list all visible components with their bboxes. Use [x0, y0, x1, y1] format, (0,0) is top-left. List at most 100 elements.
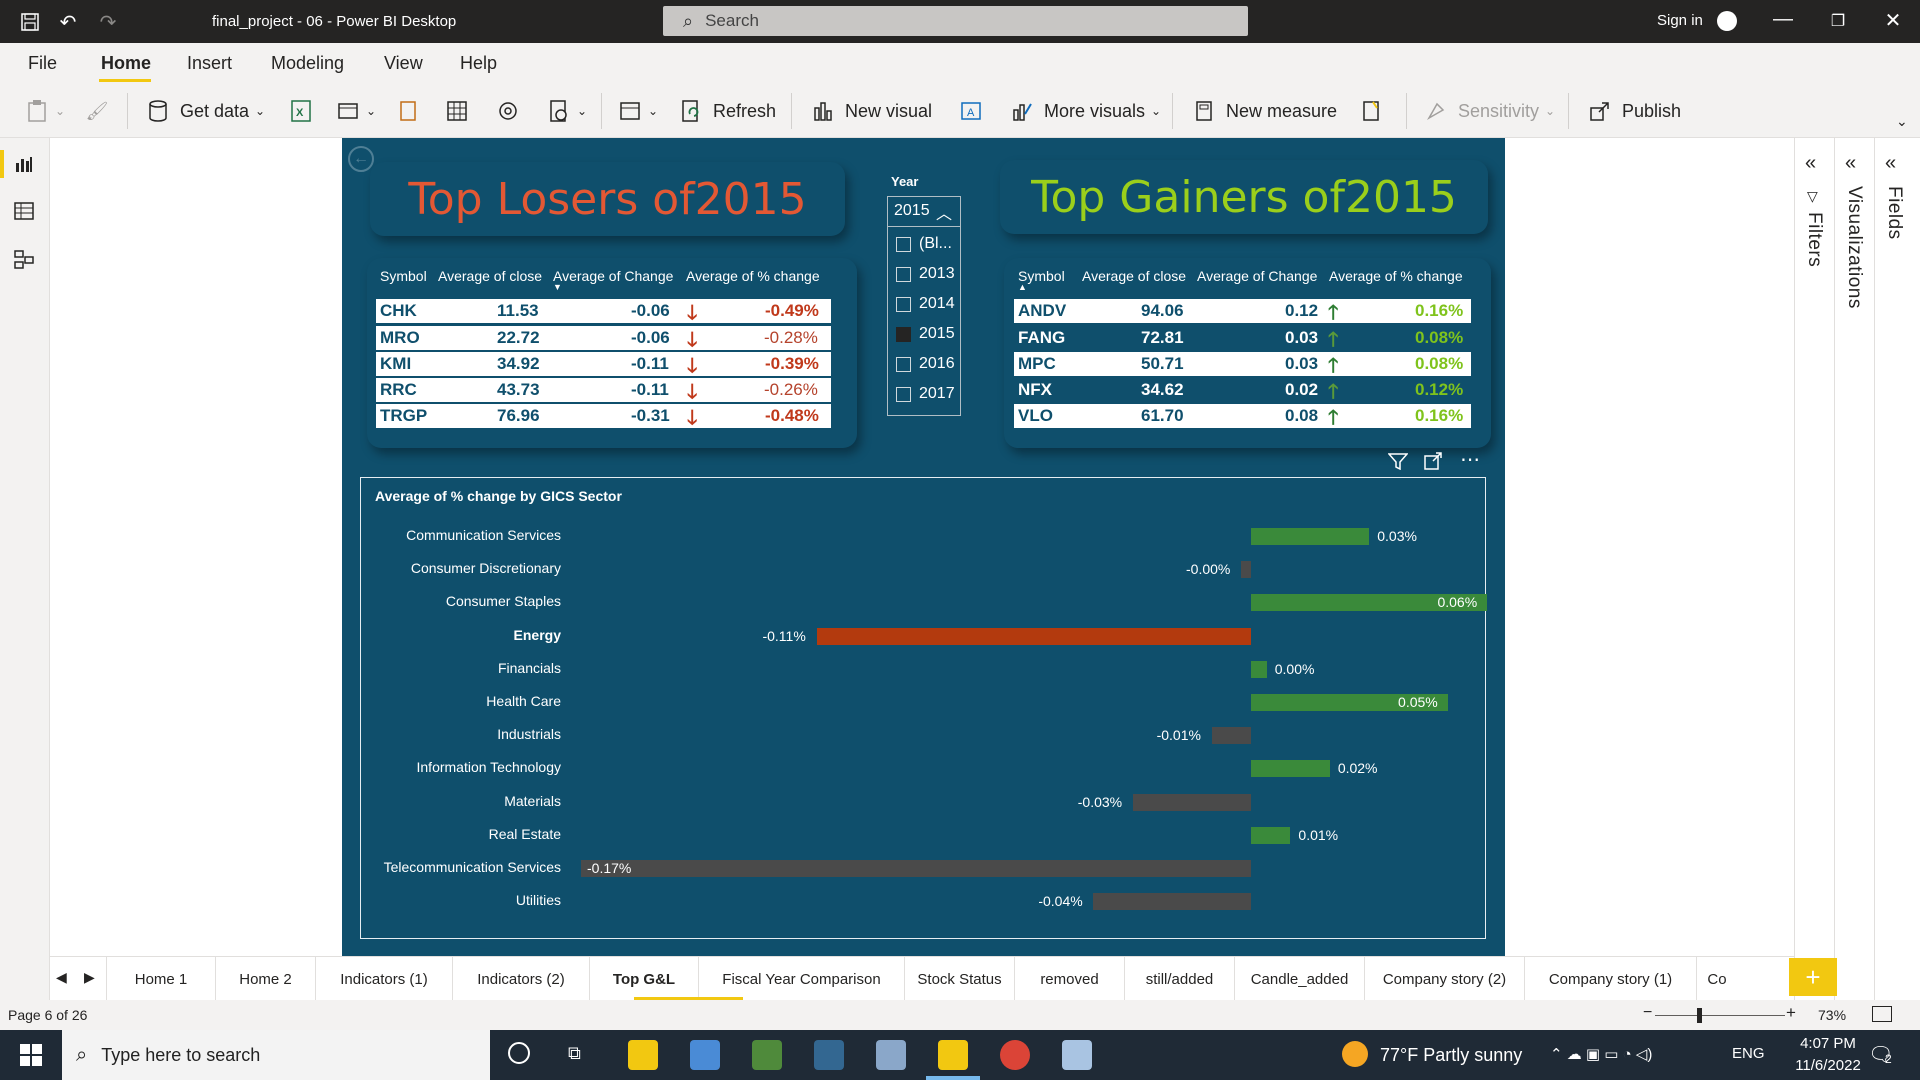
tab-company-story-1[interactable]: Company story (1) [1525, 957, 1697, 1001]
tab-company-story-2[interactable]: Company story (2) [1365, 957, 1525, 1001]
tab-truncated[interactable]: Co [1697, 957, 1737, 1001]
model-view-icon[interactable] [14, 249, 36, 271]
back-button[interactable]: ← [348, 146, 374, 172]
table-row[interactable]: CHK 11.53 -0.06 🡓 -0.49% [376, 299, 831, 324]
tab-top-gl[interactable]: Top G&L [590, 957, 699, 1001]
tab-indicators-1[interactable]: Indicators (1) [316, 957, 453, 1001]
tab-still-added[interactable]: still/added [1125, 957, 1235, 1001]
col-change[interactable]: Average of Change [553, 268, 673, 284]
bar-consumer-discretionary[interactable] [1241, 561, 1251, 579]
text-box-button[interactable]: A [958, 95, 993, 127]
col-change[interactable]: Average of Change [1197, 268, 1317, 284]
tab-candle-added[interactable]: Candle_added [1235, 957, 1365, 1001]
slicer-option[interactable]: 2013 [896, 263, 955, 285]
format-painter-button[interactable]: 🖌 [84, 95, 119, 127]
language-indicator[interactable]: ENG [1732, 1045, 1765, 1062]
minimize-icon[interactable]: — [1768, 8, 1798, 31]
slicer-dropdown[interactable]: 2015 ︿ [888, 197, 960, 227]
col-pct-change[interactable]: Average of % change [686, 268, 820, 284]
col-pct-change[interactable]: Average of % change [1329, 268, 1463, 284]
table-row[interactable]: VLO 61.70 0.08 🡑 0.16% [1014, 404, 1471, 429]
power-bi-icon[interactable] [938, 1040, 968, 1070]
tab-home-1[interactable]: Home 1 [106, 957, 216, 1001]
excel-button[interactable]: X [288, 95, 323, 127]
table-row[interactable]: MRO 22.72 -0.06 🡓 -0.28% [376, 326, 831, 351]
checkbox[interactable] [896, 296, 911, 312]
menu-modeling[interactable]: Modeling [271, 53, 344, 74]
slicer-option[interactable]: 2014 [896, 293, 955, 315]
chrome-icon[interactable] [1000, 1040, 1030, 1070]
table-view-icon[interactable] [14, 201, 36, 223]
tab-fiscal-year-comparison[interactable]: Fiscal Year Comparison [699, 957, 905, 1001]
year-slicer[interactable]: 2015 ︿ (Bl... 2013 2014 2015 2016 2017 [887, 196, 961, 416]
taskbar-app-icon[interactable] [752, 1040, 782, 1070]
losers-table[interactable]: Symbol Average of close Average of Chang… [367, 258, 857, 448]
fields-pane[interactable]: « Fields [1875, 138, 1915, 1000]
clock-time[interactable]: 4:07 PM [1788, 1035, 1868, 1052]
more-options-icon[interactable]: ⋯ [1460, 447, 1480, 472]
menu-home[interactable]: Home [101, 53, 151, 74]
zoom-in-icon[interactable]: + [1786, 1003, 1796, 1023]
task-view-icon[interactable]: ⧉ [568, 1043, 581, 1064]
expand-visualizations-icon[interactable]: « [1845, 152, 1856, 175]
weather-icon[interactable] [1342, 1041, 1368, 1067]
search-box[interactable]: ⌕ Search [663, 6, 1248, 36]
visualizations-pane[interactable]: « Visualizations [1835, 138, 1875, 1000]
expand-filters-icon[interactable]: « [1805, 152, 1816, 175]
zoom-slider-track[interactable] [1655, 1015, 1785, 1016]
tray-icons[interactable]: ⌃ ☁ ▣ ▭ ◔ ◁) [1550, 1045, 1652, 1063]
next-page-icon[interactable]: ▶ [84, 969, 95, 986]
more-visuals-button[interactable]: More visuals ⌄ [1009, 95, 1161, 127]
tab-stock-status[interactable]: Stock Status [905, 957, 1015, 1001]
avatar[interactable] [1717, 11, 1737, 31]
weather-text[interactable]: 77°F Partly sunny [1380, 1045, 1522, 1066]
refresh-button[interactable]: Refresh [678, 95, 776, 127]
filters-pane[interactable]: « ▽ Filters [1795, 138, 1835, 1000]
ribbon-collapse-icon[interactable]: ⌄ [1896, 105, 1908, 137]
bar-financials[interactable] [1251, 660, 1267, 678]
new-visual-button[interactable]: New visual [810, 95, 932, 127]
table-row[interactable]: RRC 43.73 -0.11 🡓 -0.26% [376, 378, 831, 403]
taskbar-app-icon[interactable] [876, 1040, 906, 1070]
cortana-icon[interactable] [508, 1042, 530, 1064]
restore-icon[interactable]: ❐ [1823, 11, 1853, 31]
bar-real-estate[interactable] [1251, 826, 1291, 844]
undo-icon[interactable]: ↶ [56, 10, 80, 34]
bar-energy[interactable] [817, 627, 1251, 645]
sensitivity-button[interactable]: Sensitivity ⌄ [1423, 95, 1555, 127]
slicer-option[interactable]: 2016 [896, 353, 955, 375]
table-row[interactable]: ANDV 94.06 0.12 🡑 0.16% [1014, 299, 1471, 324]
checkbox[interactable] [896, 356, 911, 372]
bar-telecommunication-services[interactable] [581, 860, 1251, 877]
bar-communication-services[interactable] [1251, 528, 1370, 545]
taskbar-app-icon[interactable] [1062, 1040, 1092, 1070]
expand-fields-icon[interactable]: « [1885, 152, 1896, 175]
add-page-button[interactable]: + [1789, 958, 1837, 996]
report-view-icon[interactable] [14, 154, 36, 176]
table-row[interactable]: FANG 72.81 0.03 🡑 0.08% [1014, 326, 1471, 351]
new-measure-button[interactable]: New measure [1191, 95, 1337, 127]
fit-to-page-icon[interactable] [1872, 1006, 1892, 1022]
menu-file[interactable]: File [28, 53, 57, 74]
windows-start-icon[interactable] [20, 1044, 42, 1071]
postgres-icon[interactable] [814, 1040, 844, 1070]
col-close[interactable]: Average of close [1082, 268, 1186, 284]
checkbox[interactable] [896, 386, 911, 402]
focus-mode-icon[interactable] [1424, 452, 1442, 475]
slicer-option[interactable]: 2015 [896, 323, 955, 345]
menu-view[interactable]: View [384, 53, 423, 74]
table-row[interactable]: NFX 34.62 0.02 🡑 0.12% [1014, 378, 1471, 403]
tab-removed[interactable]: removed [1015, 957, 1125, 1001]
bar-materials[interactable] [1132, 793, 1251, 811]
slicer-option[interactable]: (Bl... [896, 233, 952, 255]
filter-icon[interactable] [1387, 452, 1409, 475]
menu-insert[interactable]: Insert [187, 53, 232, 74]
sign-in-link[interactable]: Sign in [1657, 12, 1703, 29]
data-hub-button[interactable]: ⌄ [335, 95, 376, 127]
col-symbol[interactable]: Symbol [380, 268, 427, 284]
save-icon[interactable] [18, 10, 42, 34]
col-close[interactable]: Average of close [438, 268, 542, 284]
clock-date[interactable]: 11/6/2022 [1788, 1057, 1868, 1074]
dataverse-button[interactable] [495, 95, 530, 127]
zoom-slider-thumb[interactable] [1697, 1008, 1702, 1023]
